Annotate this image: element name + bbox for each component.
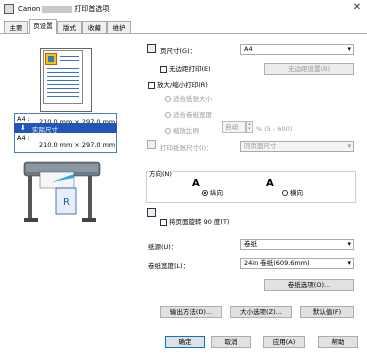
paper-source-select[interactable]: 卷纸 <box>240 239 354 250</box>
orientation-group <box>146 171 356 203</box>
portrait-a-icon: A <box>192 178 200 189</box>
preview-line <box>47 88 79 89</box>
scale-option[interactable]: 缩放比例 <box>165 125 199 135</box>
ok-button[interactable]: 确定 <box>165 336 205 348</box>
rotate-page-icon <box>147 208 156 217</box>
borderless-checkbox[interactable] <box>160 65 167 73</box>
borderless-settings-button[interactable]: 无边距设置(B) <box>264 63 354 75</box>
scale-radio[interactable] <box>165 128 171 134</box>
defaults-button[interactable]: 默认值(F) <box>300 306 354 318</box>
tab-bar: 主要 页设置 版式 收藏 维护 <box>0 19 367 34</box>
dialog-footer: 确定 取消 应用(A) 帮助 <box>0 332 367 354</box>
roll-width-select[interactable]: 24in 卷纸(609.6mm) <box>240 258 354 269</box>
print-size-label: 打印纸张尺寸(I)： <box>160 144 213 152</box>
size-info-box: A4 : 210.0 mm × 297.0 mm A4 : 210.0 mm ×… <box>14 113 117 153</box>
preview-line <box>60 56 79 57</box>
title-prefix: Canon <box>18 5 41 13</box>
scaled-print-label: 放大/缩小打印(R) <box>157 81 208 89</box>
down-arrow-icon: ⬇ <box>20 124 26 132</box>
title-bar: Canon 打印首选项 ✕ <box>0 0 367 18</box>
output-method-button[interactable]: 输出方法(D)... <box>160 306 222 318</box>
portrait-label: 纵向 <box>210 189 223 197</box>
preview-line <box>47 76 79 77</box>
rotate-label: 将页面旋转 90 度(T) <box>169 218 230 226</box>
roll-width-label: 卷纸宽度(L)： <box>148 262 190 270</box>
fit-roll-radio[interactable] <box>165 112 171 118</box>
portrait-option[interactable]: 纵向 <box>202 187 223 197</box>
portrait-radio[interactable] <box>202 190 208 196</box>
scale-label: 缩放比例 <box>173 127 199 135</box>
scaled-print-checkbox[interactable] <box>148 81 155 89</box>
scale-spinner[interactable]: ▴ ▾ <box>246 121 253 133</box>
fit-roll-label: 适合卷纸宽度 <box>173 111 212 119</box>
size-mode-label: 实际尺寸 <box>32 126 58 134</box>
borderless-option[interactable]: 无边距打印(E) <box>160 63 211 73</box>
borderless-label: 无边距打印(E) <box>169 65 211 73</box>
redacted-model-name <box>42 5 73 13</box>
size-bot-name: A4 : <box>17 134 30 142</box>
preview-line <box>47 80 79 81</box>
size-options-button[interactable]: 大小选项(Z)... <box>230 306 292 318</box>
preview-line <box>60 60 79 61</box>
tab-page-setup[interactable]: 页设置 <box>29 19 57 34</box>
size-mode-bar: ⬇ 实际尺寸 <box>14 123 117 134</box>
fit-page-label: 适合纸张大小 <box>173 95 212 103</box>
preview-image-icon <box>45 53 57 65</box>
landscape-option[interactable]: 横向 <box>282 187 303 197</box>
large-format-printer-icon: R <box>23 161 101 222</box>
apply-button[interactable]: 应用(A) <box>263 336 305 348</box>
fit-page-option[interactable]: 适合纸张大小 <box>165 93 212 103</box>
svg-text:R: R <box>63 197 70 208</box>
fit-roll-option[interactable]: 适合卷纸宽度 <box>165 109 212 119</box>
cancel-button[interactable]: 取消 <box>211 336 251 348</box>
scaled-print-option[interactable]: 放大/缩小打印(R) <box>148 79 208 89</box>
help-button[interactable]: 帮助 <box>318 336 358 348</box>
scale-range: % (5 - 600) <box>256 125 293 133</box>
fit-page-radio[interactable] <box>165 96 171 102</box>
rotate-checkbox[interactable] <box>160 218 167 226</box>
paper-source-label: 纸源(U)： <box>148 243 178 251</box>
rotate-option[interactable]: 将页面旋转 90 度(T) <box>160 216 229 226</box>
landscape-radio[interactable] <box>282 190 288 196</box>
paper-size-icon <box>147 140 156 149</box>
page-size-select[interactable]: A4 <box>240 44 354 55</box>
close-icon[interactable]: ✕ <box>351 2 363 14</box>
preview-line <box>47 96 79 97</box>
roll-options-button[interactable]: 卷纸选项(O)... <box>264 279 354 291</box>
preview-line <box>47 68 79 69</box>
print-size-select[interactable]: 同页面尺寸 <box>240 141 354 152</box>
preview-line <box>47 84 79 85</box>
orientation-label: 方向(N) <box>148 168 173 178</box>
size-bot-dims: 210.0 mm × 297.0 mm <box>39 141 116 149</box>
window-title: Canon 打印首选项 <box>18 4 109 14</box>
title-suffix: 打印首选项 <box>74 5 110 13</box>
printer-app-icon <box>4 4 14 14</box>
landscape-a-icon: A <box>266 178 274 189</box>
page-size-icon <box>147 44 156 53</box>
page-size-label: 页尺寸(G)： <box>160 47 197 55</box>
preview-line <box>47 92 79 93</box>
preview-line <box>47 72 79 73</box>
landscape-label: 横向 <box>290 189 303 197</box>
scale-input[interactable]: 自动 <box>222 121 246 133</box>
size-top-name: A4 : <box>17 115 30 123</box>
